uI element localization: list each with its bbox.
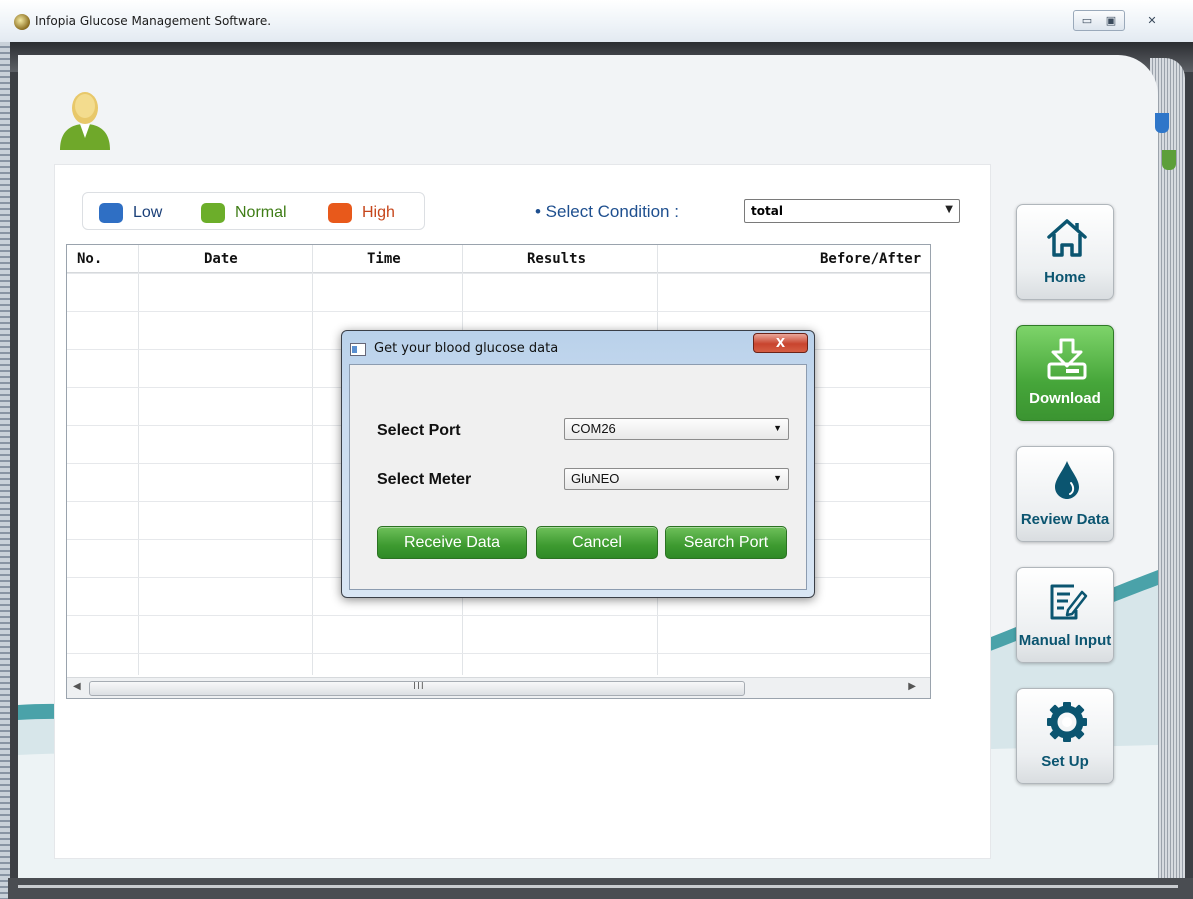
scroll-right-icon[interactable]: ▶	[908, 681, 916, 692]
legend-item-high: High	[328, 203, 395, 223]
port-select-value: COM26	[571, 421, 616, 436]
meter-select[interactable]: GluNEO ▼	[564, 468, 789, 490]
port-select[interactable]: COM26 ▼	[564, 418, 789, 440]
user-avatar-icon[interactable]	[58, 88, 112, 150]
table-row	[67, 653, 930, 654]
gear-icon	[1047, 702, 1087, 742]
condition-select-value: total	[751, 204, 783, 218]
column-header-no[interactable]: No.	[77, 251, 102, 267]
legend-label-low: Low	[133, 204, 163, 221]
dialog-window-icon	[350, 343, 366, 356]
page-bottom-edge	[18, 885, 1178, 888]
select-condition-label: • Select Condition :	[535, 202, 679, 221]
edit-icon	[1050, 584, 1088, 620]
nav-home-label: Home	[1044, 269, 1086, 286]
select-meter-label: Select Meter	[377, 471, 472, 488]
receive-data-button[interactable]: Receive Data	[377, 526, 527, 559]
chevron-down-icon: ▼	[773, 473, 782, 483]
column-header-date[interactable]: Date	[204, 251, 238, 267]
maximize-button[interactable]: ▣	[1099, 10, 1123, 31]
drop-icon	[1055, 461, 1079, 499]
legend-swatch-low	[99, 203, 123, 223]
app-window: Infopia Glucose Management Software. ▭ ▣…	[0, 0, 1193, 899]
column-header-time[interactable]: Time	[367, 251, 401, 267]
minimize-button[interactable]: ▭	[1075, 10, 1099, 31]
close-window-button[interactable]: ✕	[1132, 10, 1172, 31]
scroll-left-icon[interactable]: ◀	[73, 681, 81, 692]
horizontal-scrollbar[interactable]: ◀ III ▶	[67, 677, 930, 698]
get-glucose-data-dialog: Get your blood glucose data X Select Por…	[341, 330, 815, 598]
chevron-down-icon: ▼	[945, 204, 953, 215]
table-row	[67, 615, 930, 616]
binder-left-edge	[0, 42, 10, 899]
column-header-results[interactable]: Results	[527, 251, 586, 267]
column-divider	[138, 245, 139, 675]
nav-review-data-label: Review Data	[1020, 511, 1110, 528]
scrollbar-thumb[interactable]: III	[89, 681, 745, 696]
nav-set-up-button[interactable]: Set Up	[1016, 688, 1114, 784]
search-port-button[interactable]: Search Port	[665, 526, 787, 559]
app-logo-icon	[14, 14, 30, 30]
nav-manual-input-label: Manual Input	[1018, 632, 1112, 649]
legend-swatch-normal	[201, 203, 225, 223]
page-tab-blue[interactable]	[1155, 113, 1169, 133]
home-icon	[1047, 219, 1087, 257]
legend-item-normal: Normal	[201, 203, 287, 223]
nav-download-label: Download	[1029, 390, 1101, 407]
table-row	[67, 311, 930, 312]
column-divider	[312, 245, 313, 675]
legend: Low Normal High	[82, 192, 425, 230]
legend-item-low: Low	[99, 203, 162, 223]
dialog-title: Get your blood glucose data	[374, 341, 559, 356]
dialog-close-button[interactable]: X	[753, 333, 808, 353]
cancel-button[interactable]: Cancel	[536, 526, 658, 559]
select-port-label: Select Port	[377, 422, 461, 439]
table-row	[67, 273, 930, 274]
meter-select-value: GluNEO	[571, 471, 620, 486]
scrollbar-grip: III	[413, 681, 425, 692]
chevron-down-icon: ▼	[773, 423, 782, 433]
nav-set-up-label: Set Up	[1041, 753, 1089, 770]
legend-swatch-high	[328, 203, 352, 223]
nav-manual-input-button[interactable]: Manual Input	[1016, 567, 1114, 663]
window-title: Infopia Glucose Management Software.	[35, 14, 272, 28]
legend-label-normal: Normal	[235, 204, 287, 221]
binder-bottom	[8, 878, 1193, 899]
condition-select[interactable]: total ▼	[744, 199, 960, 223]
column-header-before-after[interactable]: Before/After	[820, 251, 921, 267]
table-header: No. Date Time Results Before/After	[67, 245, 930, 273]
legend-label-high: High	[362, 204, 395, 221]
nav-review-data-button[interactable]: Review Data	[1016, 446, 1114, 542]
nav-home-button[interactable]: Home	[1016, 204, 1114, 300]
page-tab-green[interactable]	[1162, 150, 1176, 170]
nav-download-button[interactable]: Download	[1016, 325, 1114, 421]
download-icon	[1047, 338, 1087, 380]
